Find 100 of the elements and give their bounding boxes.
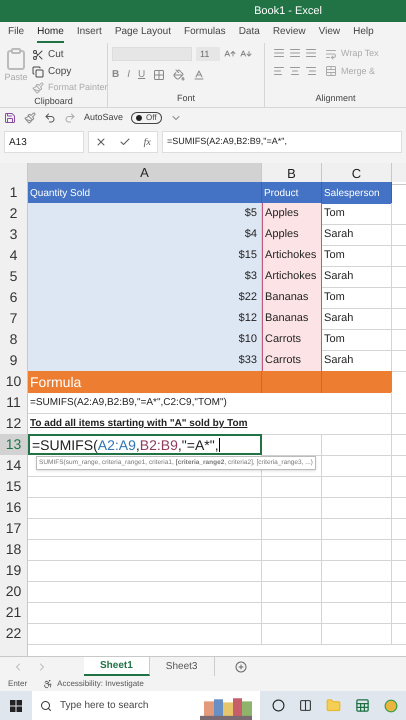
align-bottom-icon[interactable] <box>305 47 317 59</box>
row-header[interactable]: 10 <box>0 371 28 393</box>
row-header[interactable]: 19 <box>0 560 28 582</box>
task-view-icon[interactable] <box>299 699 312 712</box>
align-middle-icon[interactable] <box>289 47 301 59</box>
table-cell: $5 <box>28 203 262 225</box>
row-header[interactable]: 15 <box>0 476 28 498</box>
group-label: Font <box>176 92 196 104</box>
browser-icon[interactable] <box>384 698 398 712</box>
table-cell <box>322 623 392 645</box>
row-header[interactable]: 13 <box>0 434 28 456</box>
table-header-cell: Quantity Sold <box>28 182 262 204</box>
table-cell: Tom <box>322 245 392 267</box>
wrap-text-icon <box>325 48 337 60</box>
scissors-icon <box>32 48 44 60</box>
table-cell: Sarah <box>322 308 392 330</box>
row-header[interactable]: 6 <box>0 287 28 309</box>
table-cell <box>262 476 322 498</box>
table-cell: Artichokes <box>262 245 322 267</box>
row-header[interactable]: 1 <box>0 182 28 204</box>
table-cell <box>322 560 392 582</box>
align-right-icon[interactable] <box>305 65 317 77</box>
window-title: Book1 - Excel <box>254 4 322 19</box>
ribbon-tab[interactable]: Data <box>238 22 260 43</box>
ribbon-tab[interactable]: Page Layout <box>114 22 171 43</box>
table-cell <box>322 581 392 603</box>
table-cell: $3 <box>28 266 262 288</box>
table-cell: Apples <box>262 224 322 246</box>
align-left-icon[interactable] <box>273 65 285 77</box>
row-header[interactable]: 4 <box>0 245 28 267</box>
spreadsheet-icon[interactable] <box>355 698 370 713</box>
copy-button[interactable]: Copy <box>48 64 72 79</box>
row-header[interactable]: 12 <box>0 413 28 435</box>
row-header[interactable]: 8 <box>0 329 28 351</box>
paste-icon <box>4 47 28 71</box>
table-cell <box>262 623 322 645</box>
row-header[interactable]: 5 <box>0 266 28 288</box>
align-top-icon[interactable] <box>273 47 285 59</box>
group-label: Clipboard <box>33 94 74 108</box>
row-header[interactable]: 17 <box>0 518 28 540</box>
row-header[interactable]: 22 <box>0 623 28 645</box>
table-cell: Apples <box>262 203 322 225</box>
table-cell: Carrots <box>262 329 322 351</box>
editing-cell[interactable]: =SUMIFS(A2:A9,B2:B9,"=A*", <box>28 434 262 455</box>
align-center-icon[interactable] <box>289 65 301 77</box>
borders-icon[interactable] <box>153 68 166 80</box>
sheet-tab[interactable]: Sheet1 <box>84 657 150 676</box>
ribbon-tab[interactable]: Help <box>353 22 374 43</box>
taskbar-search-field[interactable]: Type here to search <box>32 691 260 720</box>
table-header-cell: Product <box>262 182 322 204</box>
ribbon-tab[interactable]: View <box>318 22 340 43</box>
save-icon[interactable] <box>4 112 16 124</box>
autosave-label: AutoSave <box>84 111 124 124</box>
undo-icon[interactable] <box>44 112 56 124</box>
table-cell: Bananas <box>262 287 322 309</box>
search-icon <box>40 700 52 712</box>
table-cell <box>322 476 392 498</box>
windows-logo-icon[interactable] <box>10 700 22 712</box>
table-cell <box>322 539 392 561</box>
table-cell: $22 <box>28 287 262 309</box>
ribbon-tab[interactable]: Insert <box>76 22 102 43</box>
brush-icon[interactable] <box>24 112 36 124</box>
ribbon-tab[interactable]: Review <box>272 22 306 43</box>
table-cell: Tom <box>322 287 392 309</box>
row-header[interactable]: 11 <box>0 392 28 414</box>
row-header[interactable]: 2 <box>0 203 28 225</box>
fill-color-icon[interactable] <box>173 68 186 80</box>
row-header[interactable]: 3 <box>0 224 28 246</box>
formula-field[interactable]: =SUMIFS(A2:A9,B2:B9,"=A*", <box>162 131 402 153</box>
row-header[interactable]: 16 <box>0 497 28 519</box>
name-box[interactable]: A13 <box>4 131 84 153</box>
row-header[interactable]: 18 <box>0 539 28 561</box>
table-cell: Bananas <box>262 308 322 330</box>
accessibility-status[interactable]: Accessibility: Investigate <box>57 678 144 690</box>
cut-button[interactable]: Cut <box>48 47 64 62</box>
table-cell <box>262 581 322 603</box>
row-header[interactable]: 21 <box>0 602 28 624</box>
table-cell: Tom <box>322 203 392 225</box>
row-header[interactable]: 20 <box>0 581 28 603</box>
cancel-icon[interactable] <box>95 136 108 148</box>
font-size-field[interactable]: 11 <box>196 47 220 61</box>
table-cell: Tom <box>322 329 392 351</box>
font-color-icon[interactable] <box>193 68 206 80</box>
row-header[interactable]: 9 <box>0 350 28 372</box>
redo-icon[interactable] <box>64 112 76 124</box>
ribbon-tab[interactable]: File <box>8 22 24 43</box>
autosave-toggle[interactable]: Off <box>131 112 162 124</box>
row-header[interactable]: 14 <box>0 455 28 477</box>
circle-icon[interactable] <box>272 699 285 712</box>
formula-text: =SUMIFS(A2:A9,B2:B9,"=A*",C2:C9,"TOM") <box>30 396 227 410</box>
function-button[interactable]: fx <box>144 134 151 150</box>
table-cell <box>322 497 392 519</box>
accessibility-icon <box>43 678 54 688</box>
add-sheet-icon[interactable] <box>234 660 246 672</box>
row-header[interactable]: 7 <box>0 308 28 330</box>
table-cell: Carrots <box>262 350 322 372</box>
table-cell: Artichokes <box>262 266 322 288</box>
ribbon-tab[interactable]: Formulas <box>184 22 226 43</box>
section-cell <box>262 371 322 393</box>
enter-icon[interactable] <box>119 136 132 148</box>
